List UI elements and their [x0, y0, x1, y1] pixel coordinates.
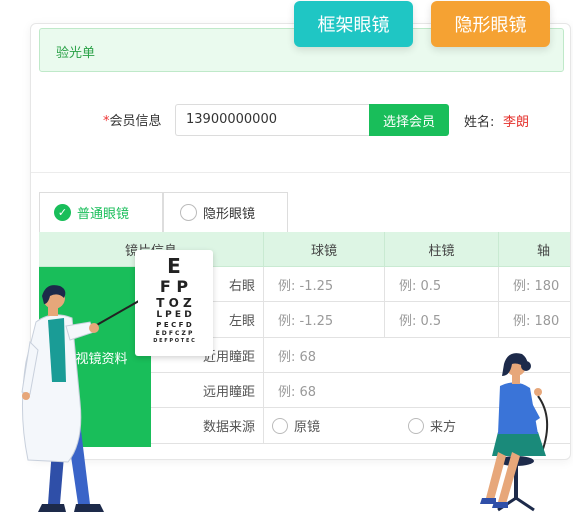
header-sphere: 球镜 — [264, 232, 385, 267]
tab-regular-glasses[interactable]: ✓ 普通眼镜 — [39, 192, 163, 233]
frame-glasses-tab[interactable]: 框架眼镜 — [294, 1, 413, 47]
source-original-option[interactable]: 原镜 — [272, 416, 320, 435]
patient-illustration — [480, 353, 549, 512]
tab-contact-lens[interactable]: 隐形眼镜 — [163, 192, 288, 233]
header-axis: 轴 — [499, 232, 570, 267]
eye-chart-line: F P — [159, 277, 189, 296]
eye-chart-line: D E F P O T E C — [153, 338, 195, 344]
left-axis-input[interactable]: 例: 180 — [499, 302, 570, 338]
right-sphere-input[interactable]: 例: -1.25 — [264, 267, 385, 302]
tab-label: 隐形眼镜 — [203, 207, 256, 222]
source-original-label: 原镜 — [294, 420, 321, 435]
check-circle-icon: ✓ — [54, 204, 71, 221]
eye-chart-illustration: E F P T O Z L P E D P E C F D E D F C Z … — [135, 250, 213, 356]
eye-chart-line: P E C F D — [156, 321, 192, 329]
row-label-data-source: 数据来源 — [151, 408, 264, 444]
name-label: 姓名: — [464, 115, 495, 130]
doctor-illustration — [21, 285, 138, 512]
eye-chart-line: T O Z — [156, 296, 192, 310]
member-label-text: 会员信息 — [109, 114, 162, 129]
select-member-button[interactable]: 选择会员 — [369, 104, 449, 136]
radio-icon — [408, 417, 425, 434]
member-label: *会员信息 — [103, 110, 162, 129]
divider — [31, 172, 570, 173]
left-cylinder-input[interactable]: 例: 0.5 — [385, 302, 499, 338]
source-prescription-option[interactable]: 来方 — [408, 416, 456, 435]
contact-lens-tab[interactable]: 隐形眼镜 — [431, 1, 550, 47]
right-axis-input[interactable]: 例: 180 — [499, 267, 570, 302]
form-title: 验光单 — [56, 46, 96, 61]
tab-label: 普通眼镜 — [77, 207, 130, 222]
source-prescription-label: 来方 — [430, 420, 457, 435]
eye-chart-line: E D F C Z P — [155, 330, 193, 337]
eye-chart-line: L P E D — [156, 310, 192, 320]
radio-circle-icon — [180, 204, 197, 221]
radio-icon — [272, 417, 288, 434]
eye-chart-line: E — [167, 254, 181, 278]
left-sphere-input[interactable]: 例: -1.25 — [264, 302, 385, 338]
name-value: 李朗 — [503, 115, 530, 130]
row-label-far-pd: 远用瞳距 — [151, 373, 264, 408]
header-cylinder: 柱镜 — [385, 232, 499, 267]
right-cylinder-input[interactable]: 例: 0.5 — [385, 267, 499, 302]
member-phone-input[interactable]: 13900000000 — [175, 104, 369, 136]
